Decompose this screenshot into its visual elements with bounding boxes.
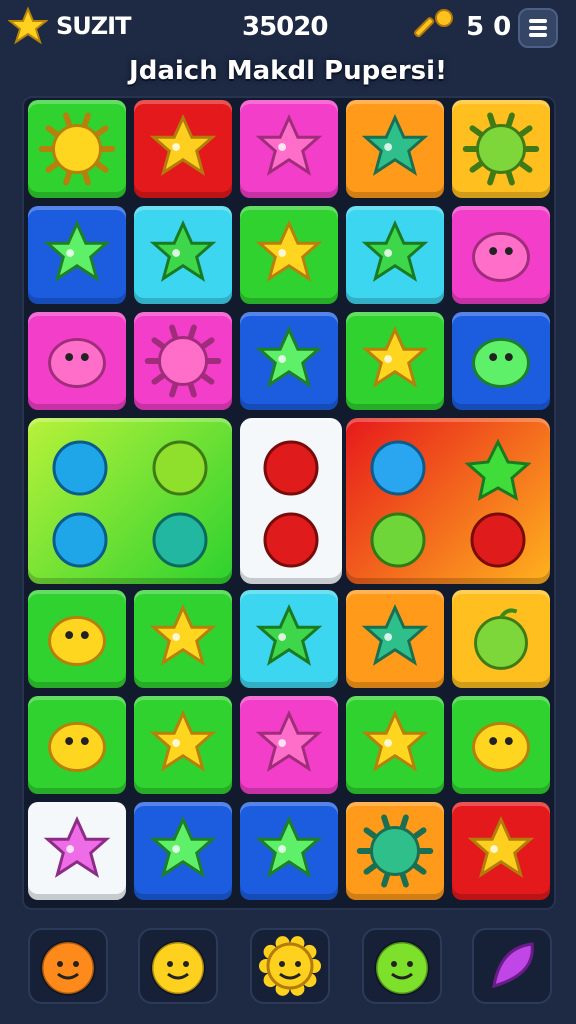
tile-cyan-star[interactable] xyxy=(134,206,232,304)
star-icon xyxy=(8,6,48,45)
star-icon xyxy=(361,114,429,176)
tile-green-star[interactable] xyxy=(346,312,444,410)
green-merged-tile[interactable] xyxy=(28,418,232,584)
yellow-face-icon xyxy=(150,940,206,996)
tile-magenta-blob[interactable] xyxy=(28,312,126,410)
tile-magenta-star[interactable] xyxy=(240,696,338,794)
powerup-purple-leaf[interactable] xyxy=(472,928,552,1004)
star-icon xyxy=(149,114,217,176)
tile-green-star[interactable] xyxy=(346,696,444,794)
star-icon xyxy=(149,220,217,282)
star-icon xyxy=(361,220,429,282)
star-icon xyxy=(255,220,323,282)
top-bar: SUZIT 35020 5 0 xyxy=(0,0,576,56)
tile-blue-star[interactable] xyxy=(240,802,338,900)
star-icon xyxy=(255,114,323,176)
tile-blue-star[interactable] xyxy=(240,312,338,410)
tile-magenta-sun[interactable] xyxy=(134,312,232,410)
tile-green-star[interactable] xyxy=(134,590,232,688)
tile-red-star[interactable] xyxy=(452,802,550,900)
sun-face-icon xyxy=(259,936,321,996)
blob-icon xyxy=(472,231,530,282)
fruit-icon xyxy=(474,608,528,670)
red-merged-tile[interactable] xyxy=(346,418,550,584)
tile-orange-sun[interactable] xyxy=(346,802,444,900)
blob-icon xyxy=(472,337,530,388)
menu-button[interactable] xyxy=(518,8,558,48)
blob-icon xyxy=(48,337,106,388)
star-icon xyxy=(255,326,323,388)
tile-cyan-star[interactable] xyxy=(240,590,338,688)
star-icon xyxy=(255,710,323,772)
tile-green-star[interactable] xyxy=(134,696,232,794)
star-icon xyxy=(467,816,535,878)
blob-icon xyxy=(48,721,106,772)
green-face-icon xyxy=(374,940,430,996)
star-icon xyxy=(149,816,217,878)
star-icon xyxy=(255,604,323,666)
game-board xyxy=(22,96,556,910)
sun-icon xyxy=(144,324,222,398)
white-merged-tile[interactable] xyxy=(240,418,342,584)
orange-face-icon xyxy=(40,940,96,996)
tile-cyan-star[interactable] xyxy=(346,206,444,304)
tile-magenta-star[interactable] xyxy=(240,100,338,198)
star-icon xyxy=(43,220,111,282)
coin-counter: 5 0 xyxy=(466,12,512,42)
score-counter: 35020 xyxy=(242,12,328,42)
tile-green-star[interactable] xyxy=(240,206,338,304)
star-icon xyxy=(149,710,217,772)
tile-blue-star[interactable] xyxy=(134,802,232,900)
star-icon xyxy=(255,816,323,878)
tile-magenta-blob[interactable] xyxy=(452,206,550,304)
powerup-sun-face[interactable] xyxy=(250,928,330,1004)
star-icon xyxy=(149,604,217,666)
purple-leaf-icon xyxy=(492,942,534,989)
tile-green-blob[interactable] xyxy=(452,696,550,794)
star-icon xyxy=(361,326,429,388)
tile-white-star[interactable] xyxy=(28,802,126,900)
sun-icon xyxy=(356,814,434,888)
tile-yellow-fruit[interactable] xyxy=(452,590,550,688)
powerup-green-face[interactable] xyxy=(362,928,442,1004)
star-icon xyxy=(361,710,429,772)
tile-blue-blob[interactable] xyxy=(452,312,550,410)
level-title: Jdaich Makdl Pupersi! xyxy=(129,56,447,86)
sun-icon xyxy=(462,112,540,186)
tile-green-blob[interactable] xyxy=(28,590,126,688)
key-icon xyxy=(414,9,453,38)
star-icon xyxy=(43,816,111,878)
blob-icon xyxy=(48,615,106,666)
powerup-yellow-face[interactable] xyxy=(138,928,218,1004)
tile-green-sun[interactable] xyxy=(28,100,126,198)
sun-icon xyxy=(38,112,116,186)
blob-icon xyxy=(472,721,530,772)
powerup-orange-face[interactable] xyxy=(28,928,108,1004)
tile-green-blob[interactable] xyxy=(28,696,126,794)
star-icon xyxy=(361,604,429,666)
tile-orange-star[interactable] xyxy=(346,100,444,198)
tile-blue-star[interactable] xyxy=(28,206,126,304)
tile-yellow-sun[interactable] xyxy=(452,100,550,198)
tile-orange-star[interactable] xyxy=(346,590,444,688)
player-name: SUZIT xyxy=(56,12,131,40)
tile-red-star[interactable] xyxy=(134,100,232,198)
